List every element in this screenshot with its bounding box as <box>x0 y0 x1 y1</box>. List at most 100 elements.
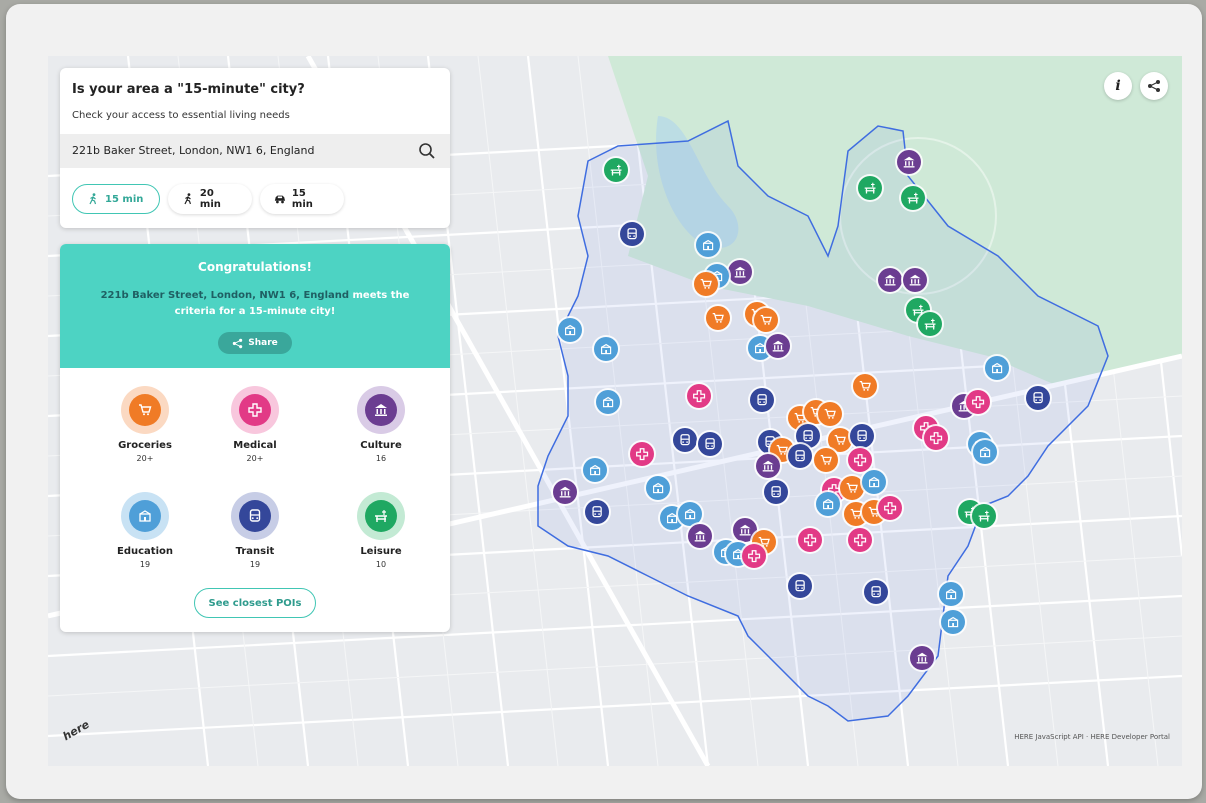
poi-marker-leisure[interactable] <box>970 502 998 530</box>
poi-marker-leisure[interactable] <box>856 174 884 202</box>
poi-marker-education[interactable] <box>860 468 888 496</box>
poi-marker-groceries[interactable] <box>812 446 840 474</box>
category-leisure[interactable]: Leisure 10 <box>326 492 436 569</box>
category-name: Groceries <box>118 440 172 451</box>
category-halo <box>357 386 405 434</box>
poi-marker-transit[interactable] <box>696 430 724 458</box>
mode-walk-15[interactable]: 15 min <box>72 184 160 214</box>
poi-marker-medical[interactable] <box>796 526 824 554</box>
bus-icon <box>249 509 261 522</box>
poi-marker-culture[interactable] <box>901 266 929 294</box>
category-medical[interactable]: Medical 20+ <box>200 386 310 463</box>
poi-marker-groceries[interactable] <box>704 304 732 332</box>
poi-marker-culture[interactable] <box>686 522 714 550</box>
poi-marker-groceries[interactable] <box>816 400 844 428</box>
category-groceries[interactable]: Groceries 20+ <box>90 386 200 463</box>
poi-marker-education[interactable] <box>581 456 609 484</box>
category-transit[interactable]: Transit 19 <box>200 492 310 569</box>
poi-marker-transit[interactable] <box>748 386 776 414</box>
congrats-heading: Congratulations! <box>198 260 312 274</box>
poi-marker-medical[interactable] <box>685 382 713 410</box>
poi-marker-transit[interactable] <box>786 442 814 470</box>
poi-marker-medical[interactable] <box>922 424 950 452</box>
criteria-address: 221b Baker Street, London, NW1 6, Englan… <box>100 290 350 301</box>
mode-label: 15 min <box>105 193 144 205</box>
poi-marker-education[interactable] <box>814 490 842 518</box>
category-culture[interactable]: Culture 16 <box>326 386 436 463</box>
category-name: Education <box>117 546 173 557</box>
school-icon <box>139 510 151 522</box>
see-closest-pois-button[interactable]: See closest POIs <box>194 588 316 618</box>
poi-marker-transit[interactable] <box>786 572 814 600</box>
poi-marker-education[interactable] <box>644 474 672 502</box>
search-panel: Is your area a "15-minute" city? Check y… <box>60 68 450 228</box>
search-icon[interactable] <box>418 142 436 160</box>
category-count: 10 <box>375 560 387 569</box>
poi-marker-transit[interactable] <box>862 578 890 606</box>
poi-marker-medical[interactable] <box>846 526 874 554</box>
poi-marker-education[interactable] <box>594 388 622 416</box>
poi-marker-medical[interactable] <box>876 494 904 522</box>
poi-marker-culture[interactable] <box>764 332 792 360</box>
poi-marker-transit[interactable] <box>762 478 790 506</box>
poi-marker-leisure[interactable] <box>602 156 630 184</box>
poi-marker-transit[interactable] <box>848 422 876 450</box>
category-dot <box>129 394 161 426</box>
poi-marker-transit[interactable] <box>1024 384 1052 412</box>
poi-marker-culture[interactable] <box>895 148 923 176</box>
mode-label: 20 min <box>199 188 221 210</box>
category-count: 19 <box>139 560 151 569</box>
poi-marker-transit[interactable] <box>583 498 611 526</box>
poi-marker-groceries[interactable] <box>851 372 879 400</box>
criteria-text: 221b Baker Street, London, NW1 6, Englan… <box>80 288 430 320</box>
poi-marker-leisure[interactable] <box>916 310 944 338</box>
category-halo <box>121 492 169 540</box>
category-count: 19 <box>249 560 261 569</box>
mode-car-15[interactable]: 15 min <box>260 184 344 214</box>
share-result-button[interactable]: Share <box>218 332 292 354</box>
info-button[interactable]: i <box>1104 72 1132 100</box>
category-halo <box>231 492 279 540</box>
poi-marker-groceries[interactable] <box>752 306 780 334</box>
museum-icon <box>375 404 387 416</box>
category-count: 20+ <box>246 454 264 463</box>
poi-marker-culture[interactable] <box>876 266 904 294</box>
category-dot <box>129 500 161 532</box>
cart-icon <box>139 404 152 416</box>
poi-marker-education[interactable] <box>937 580 965 608</box>
poi-marker-medical[interactable] <box>740 542 768 570</box>
mode-walk-20[interactable]: 20 min <box>168 184 252 214</box>
search-input[interactable]: 221b Baker Street, London, NW1 6, Englan… <box>60 134 450 168</box>
map-attribution[interactable]: HERE JavaScript API · HERE Developer Por… <box>1014 733 1170 741</box>
page-subtitle: Check your access to essential living ne… <box>72 110 290 121</box>
category-count: 20+ <box>136 454 154 463</box>
category-name: Leisure <box>360 546 402 557</box>
poi-marker-education[interactable] <box>694 231 722 259</box>
park-bench-icon <box>375 510 387 522</box>
category-name: Culture <box>360 440 402 451</box>
poi-marker-culture[interactable] <box>551 478 579 506</box>
poi-marker-transit[interactable] <box>618 220 646 248</box>
share-label: Share <box>248 338 278 348</box>
poi-marker-leisure[interactable] <box>899 184 927 212</box>
map-share-button[interactable] <box>1140 72 1168 100</box>
poi-marker-education[interactable] <box>983 354 1011 382</box>
category-dot <box>365 394 397 426</box>
category-count: 16 <box>375 454 387 463</box>
poi-marker-medical[interactable] <box>964 388 992 416</box>
category-dot <box>239 394 271 426</box>
category-name: Medical <box>233 440 277 451</box>
poi-marker-education[interactable] <box>971 438 999 466</box>
poi-marker-education[interactable] <box>592 335 620 363</box>
poi-marker-culture[interactable] <box>754 452 782 480</box>
poi-marker-education[interactable] <box>939 608 967 636</box>
poi-marker-culture[interactable] <box>908 644 936 672</box>
poi-marker-medical[interactable] <box>628 440 656 468</box>
page-title: Is your area a "15-minute" city? <box>72 82 305 97</box>
poi-marker-transit[interactable] <box>671 426 699 454</box>
category-education[interactable]: Education 19 <box>90 492 200 569</box>
poi-marker-groceries[interactable] <box>692 270 720 298</box>
poi-marker-education[interactable] <box>556 316 584 344</box>
info-icon: i <box>1115 78 1121 94</box>
category-dot <box>365 500 397 532</box>
